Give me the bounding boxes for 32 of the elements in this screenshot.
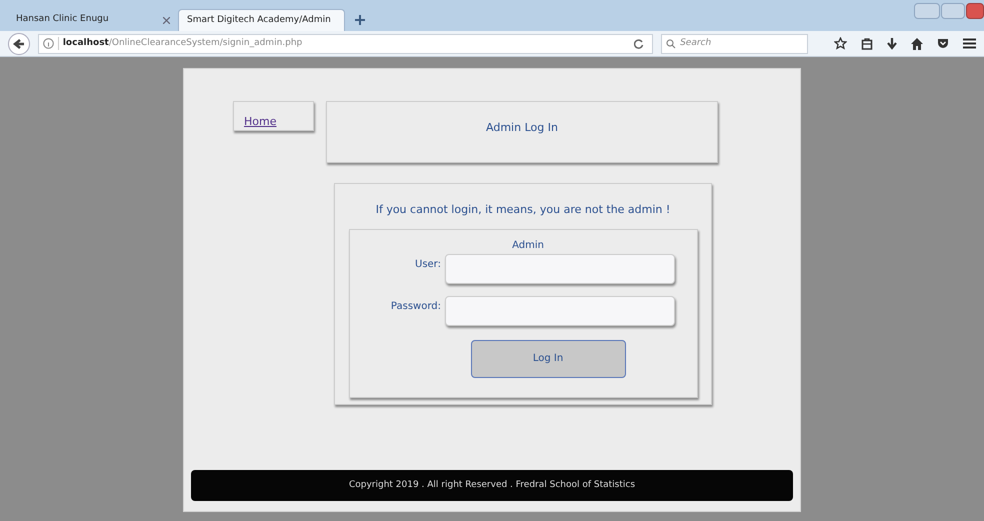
menu-icon[interactable] bbox=[963, 38, 976, 49]
new-tab-button[interactable] bbox=[353, 13, 367, 27]
browser-tab[interactable]: Smart Digitech Academy/Admin bbox=[178, 9, 345, 31]
reload-icon[interactable] bbox=[634, 38, 644, 48]
plus-icon bbox=[355, 15, 365, 25]
tab-title: Smart Digitech Academy/Admin bbox=[187, 14, 331, 27]
url-text: localhost/OnlineClearanceSystem/signin_admin.php bbox=[58, 36, 302, 50]
clipboard-icon[interactable] bbox=[861, 38, 873, 50]
search-placeholder: Search bbox=[680, 36, 712, 50]
footer-text: Copyright 2019 . All right Reserved . Fredral School of Statistics bbox=[348, 478, 636, 492]
home-link[interactable]: Home bbox=[244, 115, 276, 128]
pocket-icon[interactable] bbox=[937, 38, 949, 49]
back-arrow-icon bbox=[12, 38, 25, 50]
tab-title: Hansan Clinic Enugu bbox=[16, 13, 110, 26]
home-icon[interactable] bbox=[911, 38, 923, 50]
field-label: User: bbox=[414, 258, 441, 272]
close-icon[interactable] bbox=[163, 16, 170, 24]
search-icon bbox=[666, 38, 676, 48]
input-field[interactable] bbox=[445, 254, 675, 284]
download-icon[interactable] bbox=[887, 38, 897, 50]
search-field[interactable]: Search bbox=[661, 34, 808, 54]
back-button[interactable] bbox=[8, 32, 30, 54]
notice-text: If you cannot login, it means, you are not the admin ! bbox=[376, 202, 670, 218]
login-button[interactable]: Log In bbox=[470, 340, 626, 378]
field-label: Password: bbox=[390, 300, 441, 314]
form-legend: Admin bbox=[512, 238, 544, 252]
page-heading: Admin Log In bbox=[486, 120, 558, 136]
close-button[interactable] bbox=[966, 3, 984, 19]
info-icon bbox=[42, 38, 54, 49]
address-bar[interactable]: localhost/OnlineClearanceSystem/signin_admin.php bbox=[38, 34, 654, 54]
input-field[interactable] bbox=[445, 296, 675, 326]
star-icon[interactable] bbox=[834, 37, 847, 50]
